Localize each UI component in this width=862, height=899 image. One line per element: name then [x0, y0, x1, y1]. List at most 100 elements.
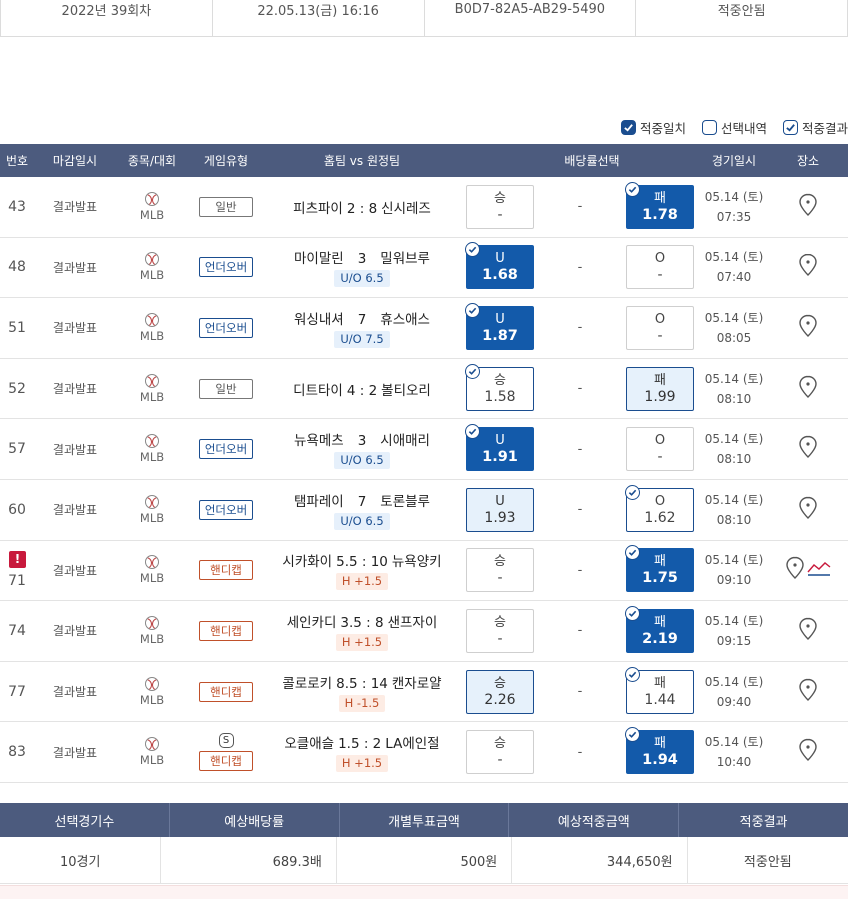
odds-right-button[interactable]: O - — [626, 427, 694, 472]
game-date: 05.14 (토) — [704, 553, 764, 568]
place-cell — [768, 678, 848, 706]
home-team: 피츠파이 — [293, 200, 343, 217]
away-team: 볼티오리 — [381, 382, 431, 399]
score: 3 — [357, 251, 367, 268]
league-label: MLB — [139, 207, 165, 222]
odds-right-button[interactable]: O 1.62 — [625, 484, 694, 532]
baseball-icon — [145, 676, 159, 691]
odds-right-button[interactable]: 패 1.99 — [626, 366, 694, 411]
game-number-text: 77 — [8, 683, 26, 700]
table-row: 60 결과발표 MLB 언더오버 탬파레이 7 토론블루 U/O 6.5 U 1.9… — [0, 480, 848, 541]
odds-cell: 승 - - 패 2.19 — [460, 605, 700, 653]
header-sport: 종목/대회 — [127, 154, 177, 168]
game-date: 05.14 (토) — [704, 735, 764, 750]
odds-left-button[interactable]: U 1.68 — [465, 242, 534, 290]
odds-left-button[interactable]: U 1.87 — [465, 302, 534, 350]
odds-right-button[interactable]: 패 1.78 — [625, 181, 694, 229]
map-pin-icon[interactable] — [798, 496, 818, 524]
odds-left-button[interactable]: 승 - — [466, 548, 534, 593]
legend-hit-match[interactable]: 적중일치 — [620, 118, 686, 137]
odds-value: - — [657, 449, 663, 466]
check-icon — [465, 302, 480, 318]
odds-left-button[interactable]: 승 2.26 — [466, 669, 534, 714]
league-label: MLB — [139, 692, 165, 707]
game-number: 60 — [0, 480, 34, 540]
legend-selection[interactable]: 선택내역 — [701, 118, 767, 137]
odds-left-button[interactable]: 승 1.58 — [465, 363, 534, 411]
odds-left-button[interactable]: 승 - — [466, 184, 534, 229]
checkbox-icon[interactable] — [701, 120, 717, 135]
purchase-datetime-cell: 22.05.13(금) 16:16 — [213, 0, 425, 36]
place-cell — [768, 314, 848, 342]
baseball-icon — [145, 252, 159, 267]
draw-odds: - — [577, 381, 583, 397]
odds-right-button[interactable]: 패 2.19 — [625, 605, 694, 653]
summary-payout: 344,650원 — [512, 837, 688, 883]
game-number: 83 — [0, 722, 34, 782]
map-pin-icon[interactable] — [798, 738, 818, 766]
odds-right-button[interactable]: 패 1.75 — [625, 545, 694, 593]
map-pin-icon[interactable] — [798, 193, 818, 221]
odds-left-button[interactable]: 승 - — [466, 730, 534, 775]
home-team: 시카화이 — [282, 554, 333, 571]
home-team: 뉴욕메츠 — [294, 433, 344, 450]
odds-label: 패 — [654, 614, 666, 630]
odds-label: 승 — [494, 675, 506, 691]
teams-line: 피츠파이 2 : 8 신시레즈 — [293, 197, 431, 217]
home-team: 마이말린 — [294, 251, 344, 268]
sport-cell: MLB — [116, 494, 188, 525]
game-type-cell: 핸디캡 — [188, 681, 264, 702]
teams-line: 워싱내셔 7 휴스애스 — [294, 308, 430, 328]
checkbox-icon[interactable] — [620, 120, 636, 135]
table-row: 48 결과발표 MLB 언더오버 마이말린 3 밀워브루 U/O 6.5 U 1.6… — [0, 238, 848, 299]
map-pin-icon[interactable] — [798, 375, 818, 403]
game-datetime: 05.14 (토) 07:40 — [700, 247, 768, 287]
odds-left-button[interactable]: 승 - — [466, 608, 534, 653]
summary-header-stake: 개별투표금액 — [340, 803, 510, 837]
odds-cell: 승 1.58 - 패 1.99 — [460, 363, 700, 411]
game-datetime: 05.14 (토) 10:40 — [700, 732, 768, 772]
map-pin-icon[interactable] — [798, 435, 818, 463]
odds-right-button[interactable]: 패 1.44 — [625, 666, 694, 714]
table-row: 74 결과발표 MLB 핸디캡 세인카디 3.5 : 8 샌프자이 H +1.5 승… — [0, 601, 848, 662]
line-tag: H +1.5 — [335, 573, 389, 591]
sport-cell: MLB — [116, 676, 188, 707]
league-label: MLB — [139, 753, 165, 768]
map-pin-icon[interactable] — [785, 556, 805, 584]
odds-value: 2.19 — [642, 630, 678, 647]
legend-hit-result[interactable]: 적중결과 — [782, 118, 848, 137]
game-number: 43 — [0, 177, 34, 237]
score: 3 — [357, 433, 367, 450]
check-outline-icon[interactable] — [782, 120, 798, 135]
odds-left-button[interactable]: U 1.93 — [466, 487, 534, 532]
place-cell — [768, 435, 848, 463]
game-number-text: 48 — [8, 259, 26, 276]
deadline-status: 결과발표 — [52, 685, 98, 700]
place-cell — [768, 617, 848, 645]
trend-chart-icon[interactable] — [807, 559, 831, 581]
map-pin-icon[interactable] — [798, 314, 818, 342]
table-row: 52 결과발표 MLB 일반 디트타이 4 : 2 볼티오리 승 1.58 - 패 — [0, 359, 848, 420]
map-pin-icon[interactable] — [798, 617, 818, 645]
game-date: 05.14 (토) — [704, 371, 764, 386]
odds-right-button[interactable]: 패 1.94 — [625, 727, 694, 775]
away-team: 신시레즈 — [381, 200, 431, 217]
check-icon — [625, 545, 640, 561]
odds-left-button[interactable]: U 1.91 — [465, 424, 534, 472]
odds-value: 2.26 — [484, 691, 516, 708]
ticket-summary-bar: 2022년 39회차 22.05.13(금) 16:16 B0D7-82A5-A… — [0, 0, 848, 37]
game-datetime: 05.14 (토) 09:15 — [700, 611, 768, 651]
odds-cell: 승 - - 패 1.78 — [460, 181, 700, 229]
odds-right-button[interactable]: O - — [626, 245, 694, 290]
ticket-code-cell: B0D7-82A5-AB29-5490 — [425, 0, 637, 36]
map-pin-icon[interactable] — [798, 678, 818, 706]
line-tag: U/O 7.5 — [334, 330, 390, 348]
league-label: MLB — [139, 450, 165, 465]
game-number-text: 51 — [8, 319, 26, 336]
odds-value: 1.93 — [484, 509, 516, 526]
draw-odds: - — [577, 684, 583, 700]
map-pin-icon[interactable] — [798, 253, 818, 281]
odds-right-button[interactable]: O - — [626, 305, 694, 350]
round-cell: 2022년 39회차 — [1, 0, 213, 36]
table-row: 51 결과발표 MLB 언더오버 워싱내셔 7 휴스애스 U/O 7.5 U 1.8… — [0, 298, 848, 359]
